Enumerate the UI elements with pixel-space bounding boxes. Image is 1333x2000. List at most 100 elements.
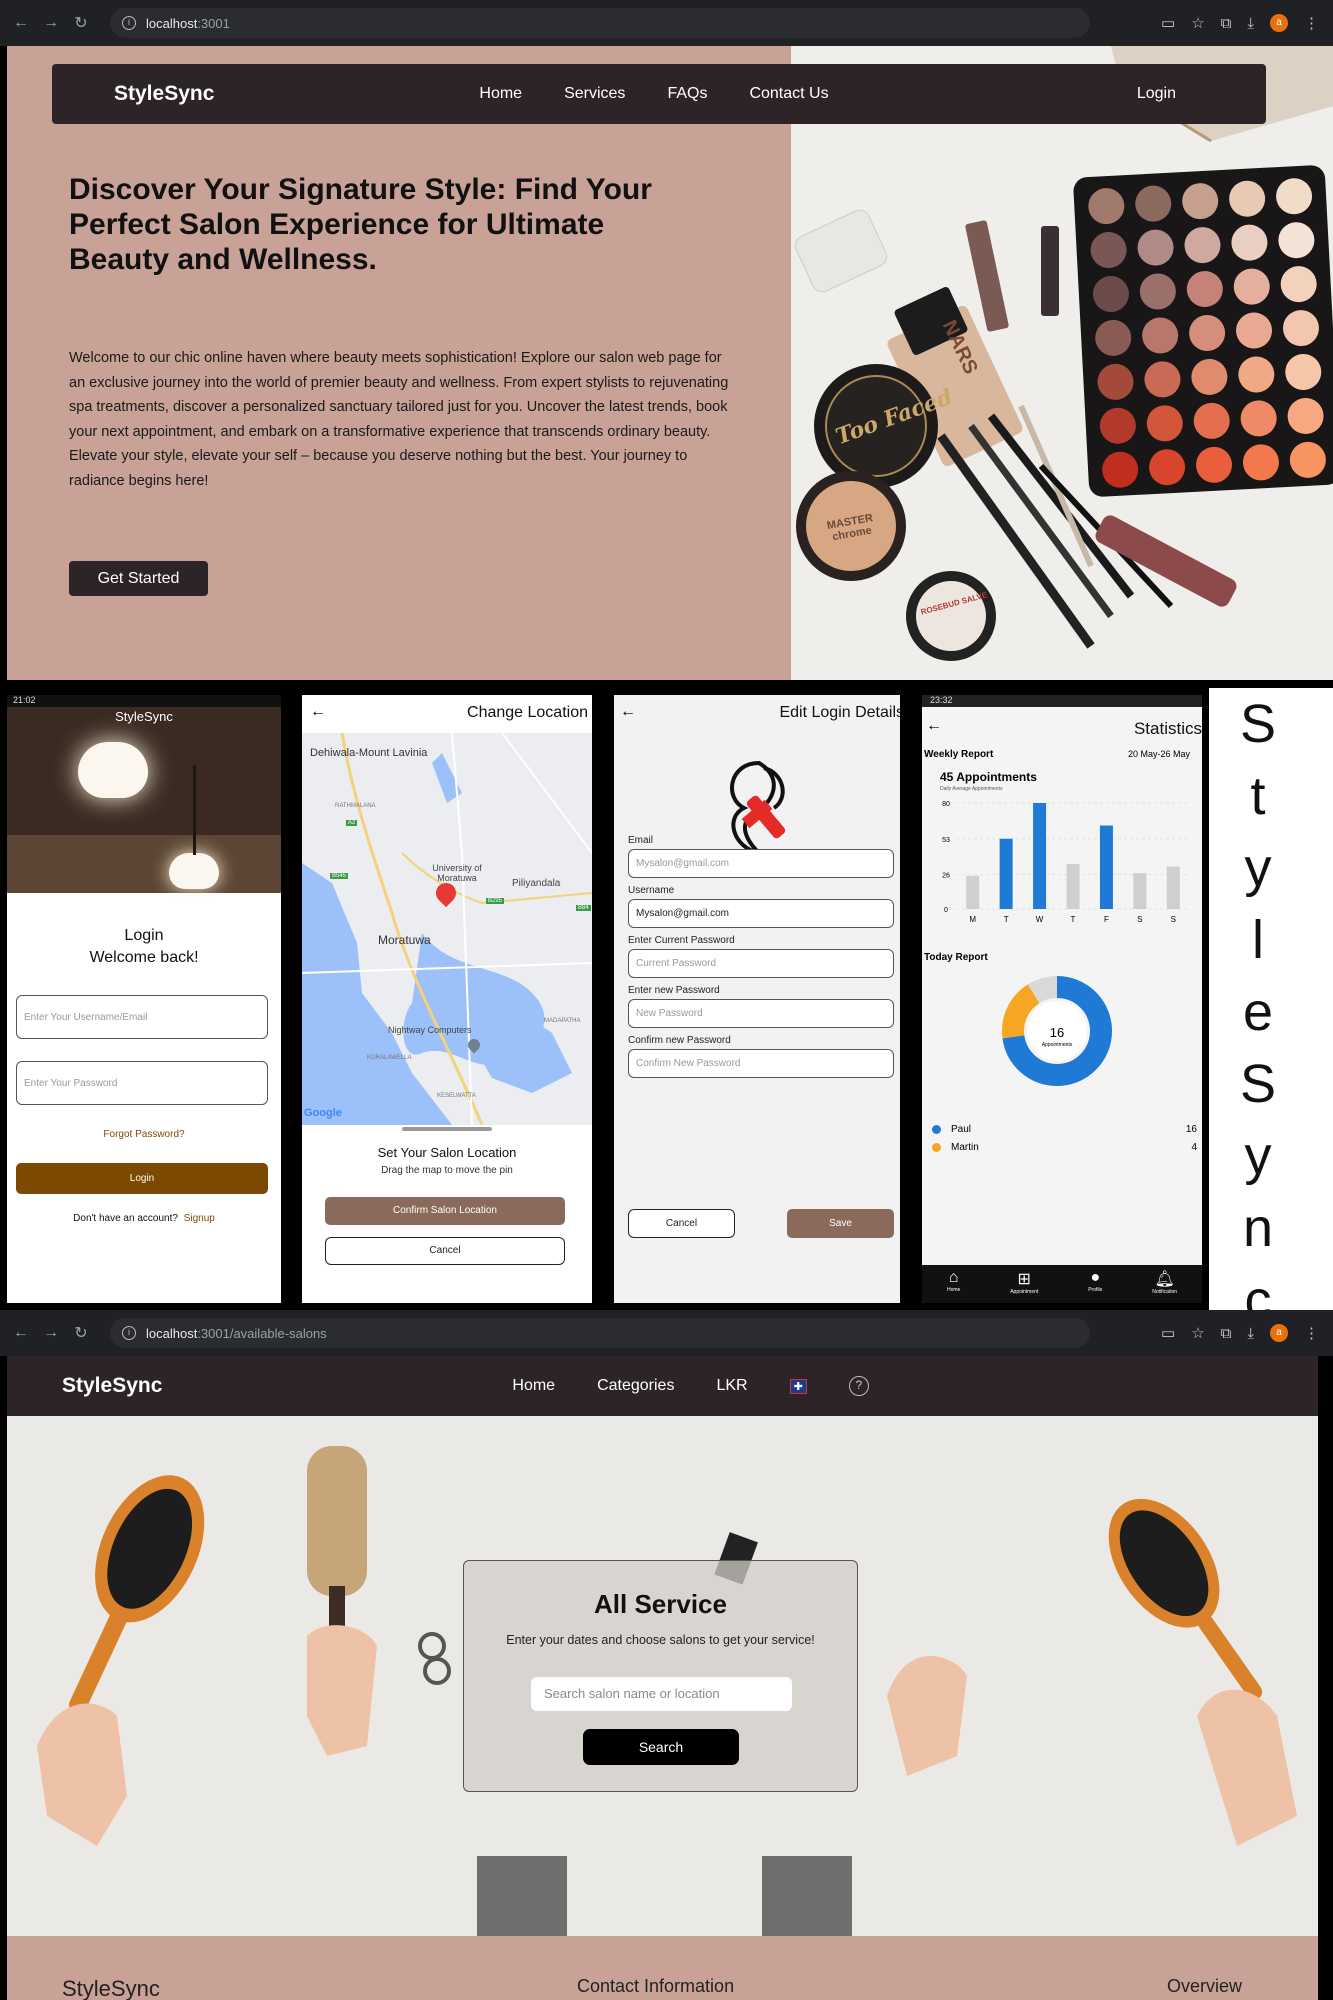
map-label-university: University of Moratuwa bbox=[432, 863, 482, 883]
nav-contact[interactable]: Contact Us bbox=[749, 85, 828, 103]
status-bar: 21:02 bbox=[7, 695, 281, 707]
username-input[interactable]: Enter Your Username/Email bbox=[16, 995, 268, 1039]
map-label-keselwatta: KESELWATTA bbox=[437, 1093, 476, 1099]
menu-kebab-icon[interactable]: ⋮ bbox=[1304, 14, 1319, 32]
landing-hero: Too Faced NARS MASTER chrome ROSEBUD SAL… bbox=[7, 46, 1333, 680]
screen-title: Statistics bbox=[1133, 719, 1202, 738]
back-arrow-icon[interactable]: ← bbox=[6, 1324, 36, 1342]
tab-home-label: Home bbox=[946, 1287, 961, 1293]
hero-description: Welcome to our chic online haven where b… bbox=[69, 350, 729, 489]
donut-value: 16 bbox=[1049, 1025, 1065, 1040]
eyeshadow-pan bbox=[1098, 406, 1137, 445]
footer-overview: Overview bbox=[1167, 1976, 1243, 1996]
nav-services[interactable]: Services bbox=[564, 85, 625, 103]
cancel-button[interactable]: Cancel bbox=[628, 1209, 735, 1238]
weekly-bar-chart: 0 26 53 80 M T W T F S S bbox=[942, 801, 1190, 924]
brand-logo[interactable]: StyleSync bbox=[114, 82, 214, 106]
menu-kebab-icon[interactable]: ⋮ bbox=[1304, 1324, 1319, 1342]
eyeshadow-pan bbox=[1148, 448, 1186, 487]
bar-1 bbox=[999, 838, 1013, 909]
salon-search-input[interactable]: Search salon name or location bbox=[531, 1677, 792, 1711]
nav-home[interactable]: Home bbox=[512, 1377, 555, 1395]
back-arrow-icon[interactable]: ← bbox=[6, 14, 36, 32]
tab-notification[interactable]: 🔔︎ Notification bbox=[1152, 1269, 1177, 1303]
eyeshadow-pan bbox=[1145, 404, 1184, 443]
site-info-icon[interactable]: i bbox=[122, 16, 136, 30]
card-subtitle: Enter your dates and choose salons to ge… bbox=[506, 1633, 815, 1647]
forgot-password-link[interactable]: Forgot Password? bbox=[7, 1129, 281, 1140]
edit-input[interactable]: Current Password bbox=[628, 949, 894, 978]
download-icon[interactable]: ⤓ bbox=[1247, 1325, 1254, 1342]
legend-name: Martin bbox=[951, 1141, 979, 1153]
reload-icon[interactable]: ↻ bbox=[66, 13, 96, 33]
vertical-letter: n bbox=[1242, 1198, 1274, 1258]
home-icon: ⌂ bbox=[948, 1269, 959, 1286]
nav-faqs[interactable]: FAQs bbox=[667, 85, 707, 103]
tab-profile[interactable]: ● Profile bbox=[1088, 1269, 1102, 1303]
reload-icon[interactable]: ↻ bbox=[66, 1323, 96, 1343]
nav-categories[interactable]: Categories bbox=[597, 1377, 674, 1395]
nav-home[interactable]: Home bbox=[479, 85, 522, 103]
x-tick-label: S bbox=[1137, 915, 1142, 924]
y-tick-label: 80 bbox=[942, 801, 950, 808]
address-bar[interactable]: i localhost:3001 bbox=[110, 8, 1090, 38]
download-icon[interactable]: ⤓ bbox=[1247, 15, 1254, 32]
cancel-location-button[interactable]: Cancel bbox=[325, 1237, 565, 1265]
extensions-icon[interactable]: ⧉ bbox=[1221, 15, 1232, 32]
forward-arrow-icon[interactable]: → bbox=[36, 14, 66, 32]
eyeshadow-pan bbox=[1230, 223, 1269, 262]
edit-input[interactable]: Mysalon@gmail.com bbox=[628, 899, 894, 928]
cast-icon[interactable]: ▭ bbox=[1161, 14, 1175, 32]
tab-notification-label: Notification bbox=[1152, 1289, 1178, 1295]
uk-flag-icon[interactable]: ✚ bbox=[789, 1378, 807, 1394]
extensions-icon[interactable]: ⧉ bbox=[1221, 1325, 1232, 1342]
edit-input[interactable]: Mysalon@gmail.com bbox=[628, 849, 894, 878]
search-button[interactable]: Search bbox=[583, 1729, 739, 1765]
brand-logo[interactable]: StyleSync bbox=[62, 1374, 162, 1398]
address-bar[interactable]: i localhost:3001/available-salons bbox=[110, 1318, 1090, 1348]
footer-contact: Contact Information bbox=[577, 1976, 735, 1996]
eyeshadow-pan bbox=[1092, 275, 1130, 313]
site-info-icon[interactable]: i bbox=[122, 1326, 136, 1340]
field-label: Confirm new Password bbox=[628, 1035, 731, 1046]
makeup-products-image: Too Faced NARS MASTER chrome ROSEBUD SAL… bbox=[791, 46, 1333, 680]
save-button[interactable]: Save bbox=[787, 1209, 894, 1238]
y-tick-label: 0 bbox=[944, 907, 948, 914]
help-icon[interactable]: ? bbox=[848, 1376, 869, 1396]
login-button[interactable]: Login bbox=[16, 1163, 268, 1194]
profile-avatar[interactable]: a bbox=[1270, 14, 1288, 32]
profile-avatar[interactable]: a bbox=[1270, 1324, 1288, 1342]
tab-profile-label: Profile bbox=[1088, 1287, 1103, 1293]
x-tick-label: W bbox=[1036, 915, 1044, 924]
forward-arrow-icon[interactable]: → bbox=[36, 1324, 66, 1342]
password-input[interactable]: Enter Your Password bbox=[16, 1061, 268, 1105]
browser-toolbar: ← → ↻ i localhost:3001/available-salons … bbox=[0, 1310, 1333, 1356]
confirm-location-button[interactable]: Confirm Salon Location bbox=[325, 1197, 565, 1225]
edit-input[interactable]: New Password bbox=[628, 999, 894, 1028]
bookmark-star-icon[interactable]: ☆ bbox=[1191, 14, 1204, 32]
tab-appointment[interactable]: ⊞ Appointment bbox=[1010, 1269, 1038, 1303]
eyeshadow-pan bbox=[1185, 270, 1224, 308]
eyeshadow-palette bbox=[1072, 164, 1333, 498]
map-view[interactable]: Dehiwala-Mount Lavinia University of Mor… bbox=[302, 733, 592, 1125]
map-label-koralawella: KORALAWELLA bbox=[367, 1055, 412, 1061]
footer: StyleSync Contact Information Overview bbox=[7, 1936, 1318, 2000]
get-started-button[interactable]: Get Started bbox=[69, 561, 208, 596]
signup-row: Don't have an account? Signup bbox=[7, 1213, 281, 1224]
eyeshadow-pan bbox=[1089, 231, 1128, 269]
tab-home[interactable]: ⌂ Home bbox=[947, 1269, 960, 1303]
x-tick-label: F bbox=[1104, 915, 1109, 924]
url-path: :3001 bbox=[197, 15, 230, 31]
road-badge-b545: B545 bbox=[330, 873, 349, 879]
lamp-right-icon bbox=[169, 853, 219, 889]
signup-link[interactable]: Signup bbox=[184, 1213, 215, 1224]
nav-login[interactable]: Login bbox=[1137, 85, 1176, 103]
field-label: Enter Current Password bbox=[628, 935, 735, 946]
drag-handle[interactable] bbox=[402, 1127, 492, 1131]
cast-icon[interactable]: ▭ bbox=[1161, 1324, 1175, 1342]
browser-toolbar: ← → ↻ i localhost:3001 ▭ ☆ ⧉ ⤓ a ⋮ bbox=[0, 0, 1333, 46]
nav-currency[interactable]: LKR bbox=[716, 1377, 747, 1395]
edit-input[interactable]: Confirm New Password bbox=[628, 1049, 894, 1078]
bookmark-star-icon[interactable]: ☆ bbox=[1191, 1324, 1204, 1342]
url-host: localhost bbox=[146, 1325, 198, 1341]
